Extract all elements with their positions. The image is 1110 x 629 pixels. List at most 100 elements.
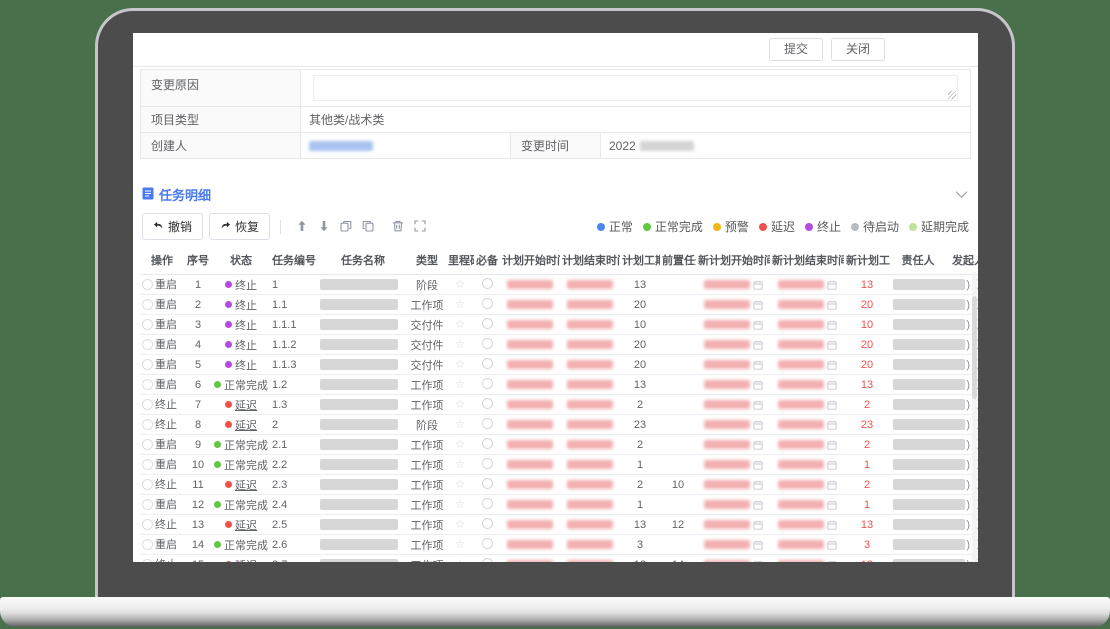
row-action-link[interactable]: 重启	[155, 496, 177, 512]
required-radio[interactable]	[482, 518, 493, 529]
creator-value-redacted[interactable]	[309, 141, 373, 151]
milestone-star-icon[interactable]: ☆	[455, 537, 466, 551]
resize-grip-icon[interactable]	[948, 91, 956, 99]
row-select-radio[interactable]	[142, 499, 153, 510]
row-select-radio[interactable]	[142, 519, 153, 530]
required-radio[interactable]	[482, 278, 493, 289]
row-select-radio[interactable]	[142, 459, 153, 470]
required-radio[interactable]	[482, 318, 493, 329]
calendar-icon[interactable]	[753, 540, 763, 550]
row-select-radio[interactable]	[142, 479, 153, 490]
calendar-icon[interactable]	[827, 480, 837, 490]
milestone-star-icon[interactable]: ☆	[455, 517, 466, 531]
row-new-plan-start-redacted[interactable]	[696, 555, 770, 563]
milestone-star-icon[interactable]: ☆	[455, 457, 466, 471]
calendar-icon[interactable]	[827, 560, 837, 562]
calendar-icon[interactable]	[827, 440, 837, 450]
row-new-plan-end-redacted[interactable]	[770, 555, 844, 563]
calendar-icon[interactable]	[753, 560, 763, 562]
calendar-icon[interactable]	[827, 320, 837, 330]
change-reason-textarea[interactable]	[313, 75, 958, 101]
row-new-plan-start-redacted[interactable]	[696, 315, 770, 335]
row-select-radio[interactable]	[142, 539, 153, 550]
calendar-icon[interactable]	[827, 520, 837, 530]
row-new-plan-end-redacted[interactable]	[770, 295, 844, 315]
row-new-plan-end-redacted[interactable]	[770, 275, 844, 295]
row-new-plan-start-redacted[interactable]	[696, 535, 770, 555]
row-select-radio[interactable]	[142, 359, 153, 370]
row-new-plan-end-redacted[interactable]	[770, 475, 844, 495]
row-new-plan-start-redacted[interactable]	[696, 475, 770, 495]
milestone-star-icon[interactable]: ☆	[455, 437, 466, 451]
required-radio[interactable]	[482, 498, 493, 509]
milestone-star-icon[interactable]: ☆	[455, 377, 466, 391]
required-radio[interactable]	[482, 538, 493, 549]
move-down-icon[interactable]	[313, 218, 335, 234]
row-select-radio[interactable]	[142, 279, 153, 290]
milestone-star-icon[interactable]: ☆	[455, 317, 466, 331]
undo-button[interactable]: 撤销	[142, 213, 203, 240]
row-new-plan-end-redacted[interactable]	[770, 335, 844, 355]
calendar-icon[interactable]	[827, 420, 837, 430]
row-action-link[interactable]: 重启	[155, 536, 177, 552]
fullscreen-icon[interactable]	[409, 218, 431, 234]
row-new-plan-start-redacted[interactable]	[696, 335, 770, 355]
calendar-icon[interactable]	[753, 340, 763, 350]
required-radio[interactable]	[482, 398, 493, 409]
scrollbar-thumb[interactable]	[972, 296, 977, 399]
calendar-icon[interactable]	[753, 460, 763, 470]
required-radio[interactable]	[482, 378, 493, 389]
calendar-icon[interactable]	[753, 360, 763, 370]
calendar-icon[interactable]	[753, 380, 763, 390]
required-radio[interactable]	[482, 358, 493, 369]
calendar-icon[interactable]	[753, 440, 763, 450]
calendar-icon[interactable]	[753, 500, 763, 510]
calendar-icon[interactable]	[827, 460, 837, 470]
calendar-icon[interactable]	[827, 340, 837, 350]
move-up-icon[interactable]	[291, 218, 313, 234]
row-action-link[interactable]: 终止	[155, 556, 177, 562]
row-new-plan-start-redacted[interactable]	[696, 275, 770, 295]
row-new-plan-end-redacted[interactable]	[770, 415, 844, 435]
row-new-plan-end-redacted[interactable]	[770, 495, 844, 515]
row-new-plan-end-redacted[interactable]	[770, 435, 844, 455]
row-select-radio[interactable]	[142, 319, 153, 330]
chevron-down-icon[interactable]	[955, 190, 968, 199]
row-new-plan-end-redacted[interactable]	[770, 355, 844, 375]
row-select-radio[interactable]	[142, 379, 153, 390]
calendar-icon[interactable]	[753, 520, 763, 530]
milestone-star-icon[interactable]: ☆	[455, 497, 466, 511]
milestone-star-icon[interactable]: ☆	[455, 337, 466, 351]
calendar-icon[interactable]	[753, 480, 763, 490]
calendar-icon[interactable]	[827, 380, 837, 390]
row-action-link[interactable]: 重启	[155, 336, 177, 352]
row-action-link[interactable]: 重启	[155, 296, 177, 312]
duplicate-icon[interactable]	[357, 218, 379, 234]
row-new-plan-start-redacted[interactable]	[696, 495, 770, 515]
copy-icon[interactable]	[335, 218, 357, 234]
table-scrollbar[interactable]	[972, 272, 977, 562]
row-select-radio[interactable]	[142, 559, 153, 562]
row-new-plan-end-redacted[interactable]	[770, 315, 844, 335]
delete-icon[interactable]	[387, 218, 409, 234]
calendar-icon[interactable]	[827, 400, 837, 410]
required-radio[interactable]	[482, 298, 493, 309]
milestone-star-icon[interactable]: ☆	[455, 357, 466, 371]
milestone-star-icon[interactable]: ☆	[455, 297, 466, 311]
row-select-radio[interactable]	[142, 339, 153, 350]
row-select-radio[interactable]	[142, 299, 153, 310]
required-radio[interactable]	[482, 458, 493, 469]
milestone-star-icon[interactable]: ☆	[455, 417, 466, 431]
row-new-plan-start-redacted[interactable]	[696, 375, 770, 395]
required-radio[interactable]	[482, 558, 493, 563]
calendar-icon[interactable]	[827, 500, 837, 510]
row-select-radio[interactable]	[142, 439, 153, 450]
calendar-icon[interactable]	[753, 320, 763, 330]
row-action-link[interactable]: 重启	[155, 316, 177, 332]
calendar-icon[interactable]	[753, 420, 763, 430]
row-action-link[interactable]: 重启	[155, 356, 177, 372]
row-action-link[interactable]: 终止	[155, 416, 177, 432]
submit-button[interactable]: 提交	[769, 38, 823, 61]
row-new-plan-start-redacted[interactable]	[696, 355, 770, 375]
row-action-link[interactable]: 终止	[155, 516, 177, 532]
